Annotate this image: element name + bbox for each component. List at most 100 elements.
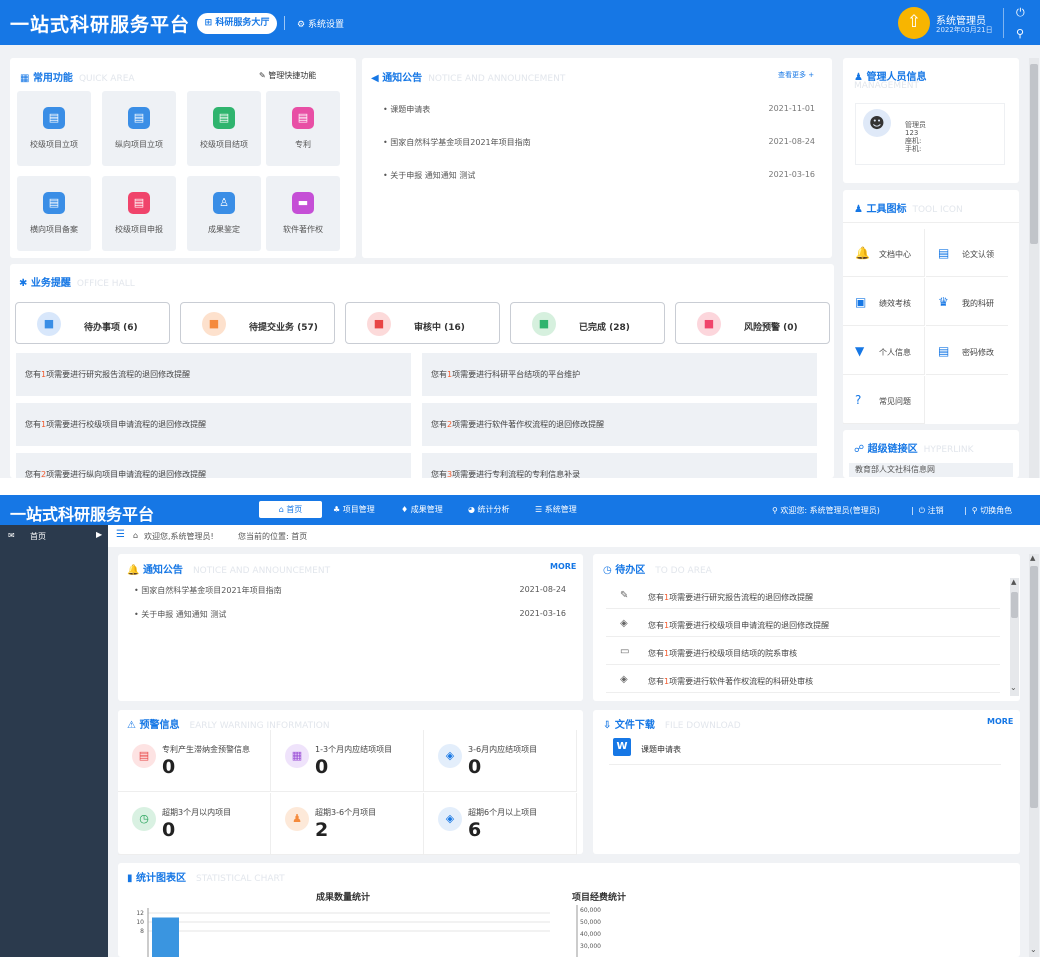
switch-role-button[interactable]: | ⚲ 切换角色 — [964, 505, 1012, 516]
page-scrollbar-thumb[interactable] — [1030, 566, 1038, 808]
tool-item[interactable]: ▤ 密码修改 — [926, 327, 1008, 375]
reminder-item[interactable]: 您有2项需要进行软件著作权流程的退回修改提醒 — [422, 403, 817, 446]
nav-stats[interactable]: ◕ 统计分析 — [468, 504, 510, 515]
nav-service-hall[interactable]: ⊞ 科研服务大厅 — [197, 13, 277, 34]
todo-suffix: 项需要进行软件著作权流程的科研处审核 — [669, 677, 814, 686]
business-status-button[interactable]: ■ 审核中 (16) — [345, 302, 500, 344]
page-scrollbar[interactable]: ▲ ⌄ — [1029, 554, 1039, 957]
brand-title: 一站式科研服务平台 — [10, 14, 191, 36]
notice-more-link[interactable]: 查看更多 + — [778, 70, 814, 80]
business-title: ✱ 业务提醒 OFFICE HALL — [19, 274, 135, 289]
todo-item[interactable]: ◈ 您有1项需要进行校级项目申请流程的退回修改提醒 — [606, 613, 1000, 637]
warning-item[interactable]: ◈ 3-6月内应结项项目 0 — [424, 730, 577, 792]
tool-item[interactable]: ▼ 个人信息 — [843, 327, 925, 375]
scroll-down-icon[interactable]: ⌄ — [1010, 683, 1017, 692]
scrollbar[interactable] — [1029, 58, 1039, 478]
link-icon: ☍ — [854, 444, 865, 455]
todo-item[interactable]: ✎ 您有1项需要进行研究报告流程的退回修改提醒 — [606, 585, 1000, 609]
download-more-link[interactable]: MORE — [987, 717, 1013, 726]
sidebar-item-home[interactable]: ✉ 首页 ▶ — [0, 525, 108, 547]
speaker-icon: ◀ — [371, 73, 379, 84]
user-icon[interactable]: ⚲ — [1016, 27, 1024, 40]
scroll-down-icon[interactable]: ⌄ — [1030, 945, 1037, 954]
quick-item[interactable]: ▤ 校级项目立项 — [17, 91, 91, 166]
chart-achievements: 12 10 8 — [136, 908, 550, 957]
chart-funding-title: 项目经费统计 — [572, 891, 626, 903]
manage-shortcuts-link[interactable]: ✎ 管理快捷功能 — [259, 70, 316, 81]
todo-scrollbar[interactable]: ▲ ⌄ — [1010, 578, 1019, 696]
business-status-icon: ■ — [697, 312, 721, 336]
notice-item[interactable]: • 课题申请表 2021-11-01 — [383, 104, 815, 115]
scrollbar-thumb[interactable] — [1030, 64, 1038, 244]
business-title-text: 业务提醒 — [30, 278, 71, 289]
reminder-prefix: 您有 — [431, 470, 447, 478]
reminder-item[interactable]: 您有1项需要进行科研平台结项的平台维护 — [422, 353, 817, 396]
warning-item[interactable]: ◈ 超期6个月以上项目 6 — [424, 793, 577, 855]
notice-item[interactable]: • 国家自然科学基金项目2021年项目指南 2021-08-24 — [383, 137, 815, 148]
todo-item[interactable]: ◈ 您有1项需要进行软件著作权流程的科研处审核 — [606, 669, 1000, 693]
breadcrumb-welcome: 欢迎您,系统管理员! — [144, 532, 214, 541]
tool-item-icon: ▤ — [938, 344, 950, 358]
chart-y-tick: 10 — [136, 919, 144, 926]
notice-item[interactable]: • 关于申报 通知通知 测试 2021-03-16 — [134, 609, 566, 620]
download-icon: ⇩ — [603, 720, 612, 731]
download-title-text: 文件下载 — [614, 720, 655, 731]
tool-item[interactable]: ♛ 我的科研 — [926, 278, 1008, 326]
reminder-item[interactable]: 您有1项需要进行研究报告流程的退回修改提醒 — [16, 353, 411, 396]
business-status-button[interactable]: ■ 风险预警 (0) — [675, 302, 830, 344]
reminder-item[interactable]: 您有1项需要进行校级项目申请流程的退回修改提醒 — [16, 403, 411, 446]
tool-item[interactable]: ? 常见问题 — [843, 376, 925, 424]
tool-item[interactable]: 🔔 文档中心 — [843, 229, 925, 277]
quick-item-label: 成果鉴定 — [208, 225, 240, 234]
quick-item[interactable]: ▤ 纵向项目立项 — [102, 91, 176, 166]
download-file-link[interactable]: 课题申请表 — [641, 744, 681, 755]
grid-icon: ⊞ — [204, 18, 213, 28]
reminder-item[interactable]: 您有3项需要进行专利流程的专利信息补录 — [422, 453, 817, 478]
business-status-icon: ■ — [367, 312, 391, 336]
notice-more-link-2[interactable]: MORE — [550, 562, 576, 571]
tool-item-label: 论文认领 — [962, 250, 994, 259]
logout-label: 注销 — [927, 506, 944, 515]
quick-item[interactable]: ♙ 成果鉴定 — [187, 176, 261, 251]
business-title-en: OFFICE HALL — [76, 279, 135, 289]
nav-project-mgmt[interactable]: ♣ 项目管理 — [333, 504, 375, 515]
tool-item[interactable]: ▤ 论文认领 — [926, 229, 1008, 277]
notice-item[interactable]: • 国家自然科学基金项目2021年项目指南 2021-08-24 — [134, 585, 566, 596]
todo-scrollbar-thumb[interactable] — [1011, 592, 1018, 618]
warning-item[interactable]: ▦ 1-3个月内应结项项目 0 — [271, 730, 424, 792]
warning-item[interactable]: ♟ 超期3-6个月项目 2 — [271, 793, 424, 855]
quick-item[interactable]: ▤ 专利 — [266, 91, 340, 166]
business-status-button[interactable]: ■ 已完成 (28) — [510, 302, 665, 344]
user-avatar[interactable]: ⇧ — [898, 7, 930, 39]
quick-area-title-en: QUICK AREA — [78, 74, 135, 84]
pie-chart-icon: ◕ — [468, 505, 475, 514]
business-status-button[interactable]: ■ 待办事项 (6) — [15, 302, 170, 344]
warning-item[interactable]: ◷ 超期3个月以内项目 0 — [118, 793, 271, 855]
quick-item[interactable]: ▤ 横向项目备案 — [17, 176, 91, 251]
hyperlink-item[interactable]: 教育部人文社科信息网 — [849, 463, 1013, 477]
quick-item[interactable]: ▤ 校级项目申报 — [102, 176, 176, 251]
todo-title-text: 待办区 — [615, 565, 646, 576]
reminder-prefix: 您有 — [25, 470, 41, 478]
todo-item-text: 您有1项需要进行校级项目申请流程的退回修改提醒 — [648, 620, 829, 631]
menu-toggle-icon[interactable]: ☰ — [116, 529, 125, 540]
tools-title: ♟ 工具图标 TOOL ICON — [854, 200, 963, 215]
warning-item[interactable]: ▤ 专利产生滞纳金预警信息 0 — [118, 730, 271, 792]
scroll-up-icon[interactable]: ▲ — [1030, 554, 1035, 562]
quick-item[interactable]: ▬ 软件著作权 — [266, 176, 340, 251]
reminder-item[interactable]: 您有2项需要进行纵向项目申请流程的退回修改提醒 — [16, 453, 411, 478]
power-icon[interactable]: ⏻ — [1016, 6, 1025, 20]
scroll-up-icon[interactable]: ▲ — [1011, 578, 1016, 586]
tool-item[interactable]: ▣ 绩效考核 — [843, 278, 925, 326]
notice-item[interactable]: • 关于申报 通知通知 测试 2021-03-16 — [383, 170, 815, 181]
logout-button[interactable]: | ⏻ 注销 — [911, 505, 944, 516]
download-title-en: FILE DOWNLOAD — [664, 721, 741, 731]
business-status-button[interactable]: ■ 待提交业务 (57) — [180, 302, 335, 344]
divider — [843, 222, 1019, 223]
nav-system-settings[interactable]: ⚙ 系统设置 — [297, 17, 344, 30]
nav-achievement-mgmt[interactable]: ♦ 成果管理 — [401, 504, 443, 515]
quick-item[interactable]: ▤ 校级项目结项 — [187, 91, 261, 166]
nav-home[interactable]: ⌂ 首页 — [259, 501, 322, 518]
nav-system-mgmt[interactable]: ☰ 系统管理 — [535, 504, 577, 515]
todo-item[interactable]: ▭ 您有1项需要进行校级项目结项的院系审核 — [606, 641, 1000, 665]
